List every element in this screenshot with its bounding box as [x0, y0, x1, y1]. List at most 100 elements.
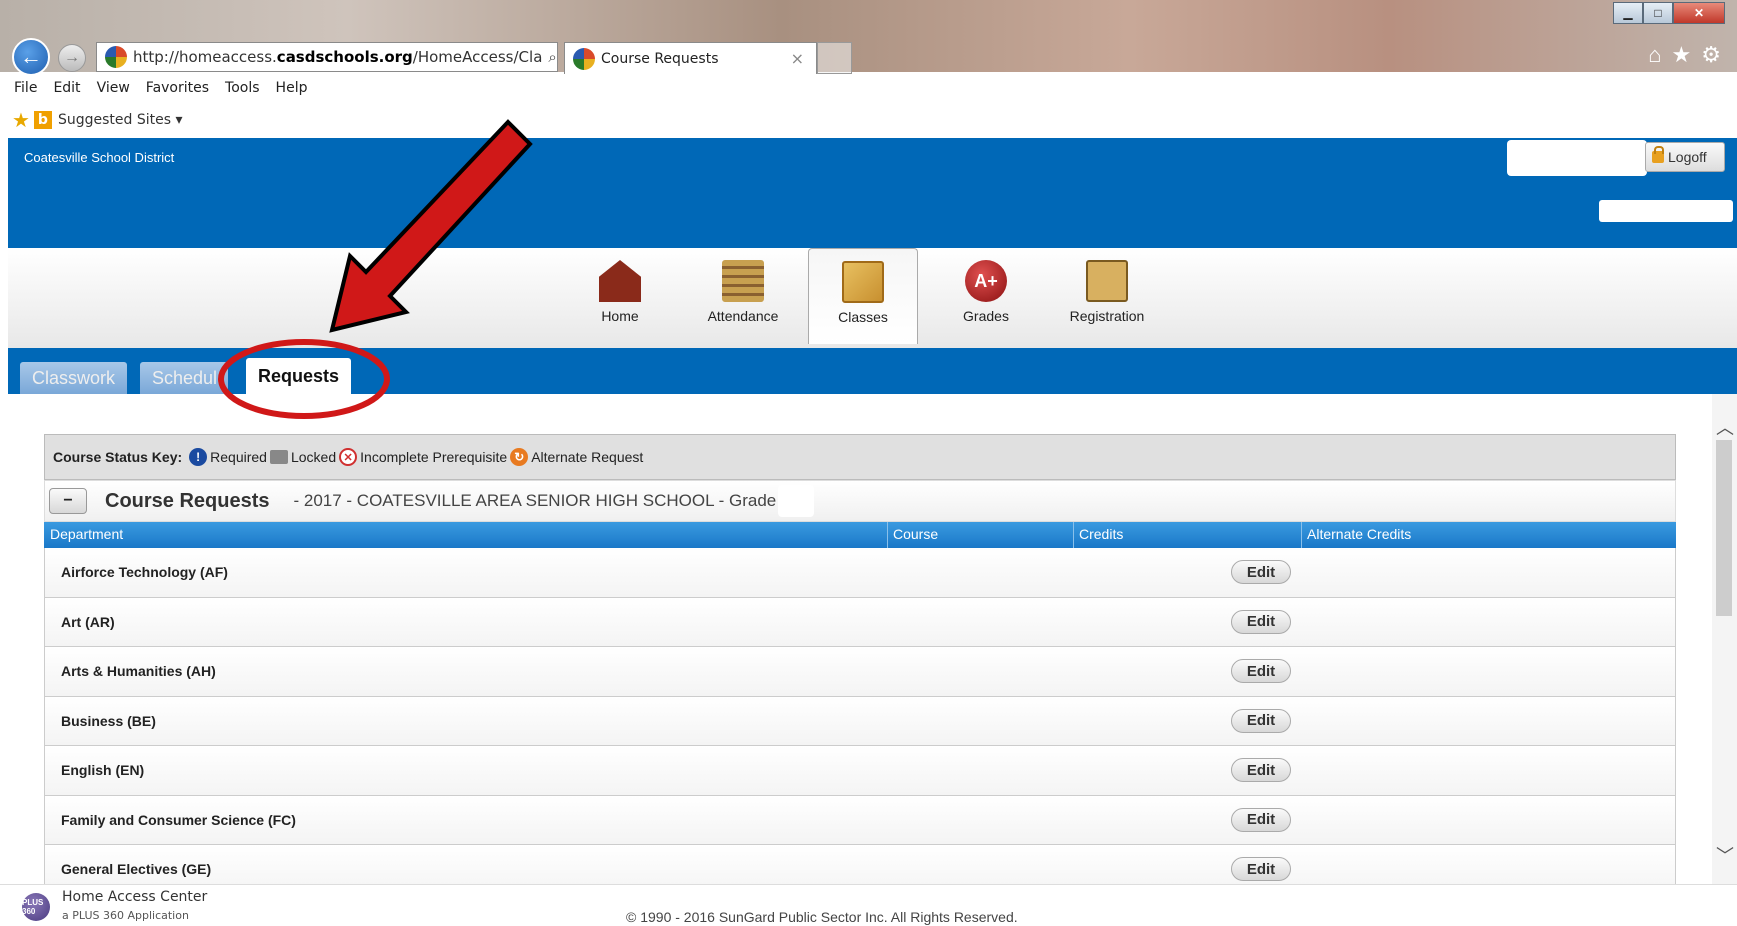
scroll-thumb[interactable]: [1716, 440, 1732, 616]
menu-edit[interactable]: Edit: [47, 78, 90, 102]
table-row: General Electives (GE) Edit: [44, 845, 1676, 884]
nav-home-label: Home: [601, 308, 639, 324]
edit-button[interactable]: Edit: [1231, 807, 1291, 832]
nav-attendance-label: Attendance: [707, 308, 779, 324]
alternate-icon: ↻: [510, 448, 529, 466]
course-requests-panel: Course Status Key: ! Required Locked ✕ I…: [44, 434, 1676, 884]
nav-registration[interactable]: Registration: [1052, 260, 1162, 340]
edit-button[interactable]: Edit: [1231, 560, 1291, 585]
student-select-box[interactable]: [1599, 200, 1733, 222]
nav-classes-label: Classes: [838, 309, 888, 325]
tab-classwork[interactable]: Classwork: [20, 362, 128, 394]
department-name: English (EN): [61, 762, 145, 779]
window-controls: ▁ □ ✕: [1613, 2, 1725, 24]
main-content: Course Status Key: ! Required Locked ✕ I…: [8, 394, 1712, 884]
course-status-key: Course Status Key: ! Required Locked ✕ I…: [44, 434, 1676, 480]
column-divider: [1073, 522, 1074, 548]
nav-attendance[interactable]: Attendance: [688, 260, 798, 340]
forward-button[interactable]: →: [58, 44, 86, 72]
course-requests-header: − Course Requests - 2017 - COATESVILLE A…: [44, 480, 1676, 522]
home-icon: [599, 260, 641, 302]
vertical-scrollbar[interactable]: ︿ ﹀: [1712, 394, 1737, 884]
logoff-button[interactable]: Logoff: [1645, 142, 1725, 172]
col-department[interactable]: Department: [50, 526, 123, 542]
department-name: Arts & Humanities (AH): [61, 663, 216, 680]
favorites-bar: ★ b Suggested Sites ▾: [0, 102, 1737, 138]
grade-value-box: [778, 485, 815, 517]
address-actions[interactable]: ⌕ ▾ ↻: [542, 48, 557, 66]
status-locked: Locked: [290, 449, 337, 465]
suggested-sites-link[interactable]: Suggested Sites ▾: [58, 112, 183, 128]
table-row: Family and Consumer Science (FC) Edit: [44, 795, 1676, 845]
edit-button[interactable]: Edit: [1231, 857, 1291, 882]
back-button[interactable]: ←: [12, 38, 50, 76]
app-name: Home Access Center: [62, 889, 208, 905]
edit-button[interactable]: Edit: [1231, 609, 1291, 634]
maximize-button[interactable]: □: [1643, 2, 1673, 24]
plus360-logo: PLUS 360: [22, 893, 50, 921]
nav-grades-label: Grades: [963, 308, 1009, 324]
table-row: Business (BE) Edit: [44, 696, 1676, 746]
address-url[interactable]: http://homeaccess.casdschools.org/HomeAc…: [133, 48, 542, 66]
site-globe-icon: [105, 46, 127, 68]
gear-icon[interactable]: ⚙: [1701, 42, 1721, 68]
grades-icon: A+: [965, 260, 1007, 302]
menu-file[interactable]: File: [8, 78, 47, 102]
tab-schedule[interactable]: Schedul: [140, 362, 228, 394]
col-credits[interactable]: Credits: [1079, 526, 1123, 542]
menu-bar: File Edit View Favorites Tools Help: [0, 78, 1737, 102]
edit-button[interactable]: Edit: [1231, 659, 1291, 684]
tab-requests[interactable]: Requests: [246, 358, 352, 394]
nav-grades[interactable]: A+ Grades: [931, 260, 1041, 340]
close-window-button[interactable]: ✕: [1673, 2, 1725, 24]
nav-registration-label: Registration: [1069, 308, 1145, 324]
district-name: Coatesville School District: [24, 150, 175, 165]
table-row: Arts & Humanities (AH) Edit: [44, 647, 1676, 697]
registration-icon: [1086, 260, 1128, 302]
browser-tools: ⌂ ★ ⚙: [1648, 42, 1721, 68]
minimize-button[interactable]: ▁: [1613, 2, 1643, 24]
user-name-box: [1507, 140, 1647, 176]
main-nav: Home Attendance Classes A+ Grades Regist…: [8, 248, 1737, 348]
menu-help[interactable]: Help: [270, 78, 318, 102]
nav-classes[interactable]: Classes: [808, 248, 918, 344]
status-required: Required: [210, 449, 267, 465]
tab-close-icon[interactable]: ×: [791, 49, 804, 68]
menu-tools[interactable]: Tools: [219, 78, 270, 102]
table-row: English (EN) Edit: [44, 746, 1676, 796]
tab-title: Course Requests: [601, 50, 719, 67]
new-tab-button[interactable]: [817, 42, 852, 74]
scroll-up-icon[interactable]: ︿: [1716, 414, 1734, 440]
col-alternate-credits[interactable]: Alternate Credits: [1307, 526, 1411, 542]
logoff-label: Logoff: [1668, 149, 1707, 165]
edit-button[interactable]: Edit: [1231, 708, 1291, 733]
collapse-button[interactable]: −: [49, 488, 87, 514]
column-divider: [1301, 522, 1302, 548]
tab-globe-icon: [573, 47, 595, 70]
edit-button[interactable]: Edit: [1231, 758, 1291, 783]
locked-icon: [269, 450, 288, 464]
district-header: Coatesville School District Logoff: [8, 138, 1737, 248]
menu-favorites[interactable]: Favorites: [140, 78, 219, 102]
browser-tab-course-requests[interactable]: Course Requests ×: [564, 42, 817, 74]
incomplete-icon: ✕: [339, 448, 358, 466]
status-key-label: Course Status Key:: [53, 449, 183, 465]
classes-icon: [842, 261, 884, 303]
add-favorites-icon[interactable]: ★: [12, 108, 30, 132]
required-icon: !: [189, 448, 208, 466]
home-icon[interactable]: ⌂: [1648, 42, 1661, 68]
nav-home[interactable]: Home: [565, 260, 675, 340]
menu-view[interactable]: View: [91, 78, 140, 102]
favorites-star-icon[interactable]: ★: [1672, 42, 1692, 68]
address-bar[interactable]: http://homeaccess.casdschools.org/HomeAc…: [96, 42, 558, 72]
scroll-down-icon[interactable]: ﹀: [1716, 842, 1734, 868]
department-name: Business (BE): [61, 712, 156, 729]
app-subtitle: a PLUS 360 Application: [62, 909, 189, 922]
page-footer: PLUS 360 Home Access Center a PLUS 360 A…: [0, 884, 1737, 926]
copyright: © 1990 - 2016 SunGard Public Sector Inc.…: [626, 909, 1018, 925]
table-row: Art (AR) Edit: [44, 597, 1676, 647]
table-row: Airforce Technology (AF) Edit: [44, 548, 1676, 598]
col-course[interactable]: Course: [893, 526, 938, 542]
course-requests-subtitle: - 2017 - COATESVILLE AREA SENIOR HIGH SC…: [293, 491, 777, 510]
sub-tabs: Classwork Schedul Requests: [8, 348, 1737, 394]
